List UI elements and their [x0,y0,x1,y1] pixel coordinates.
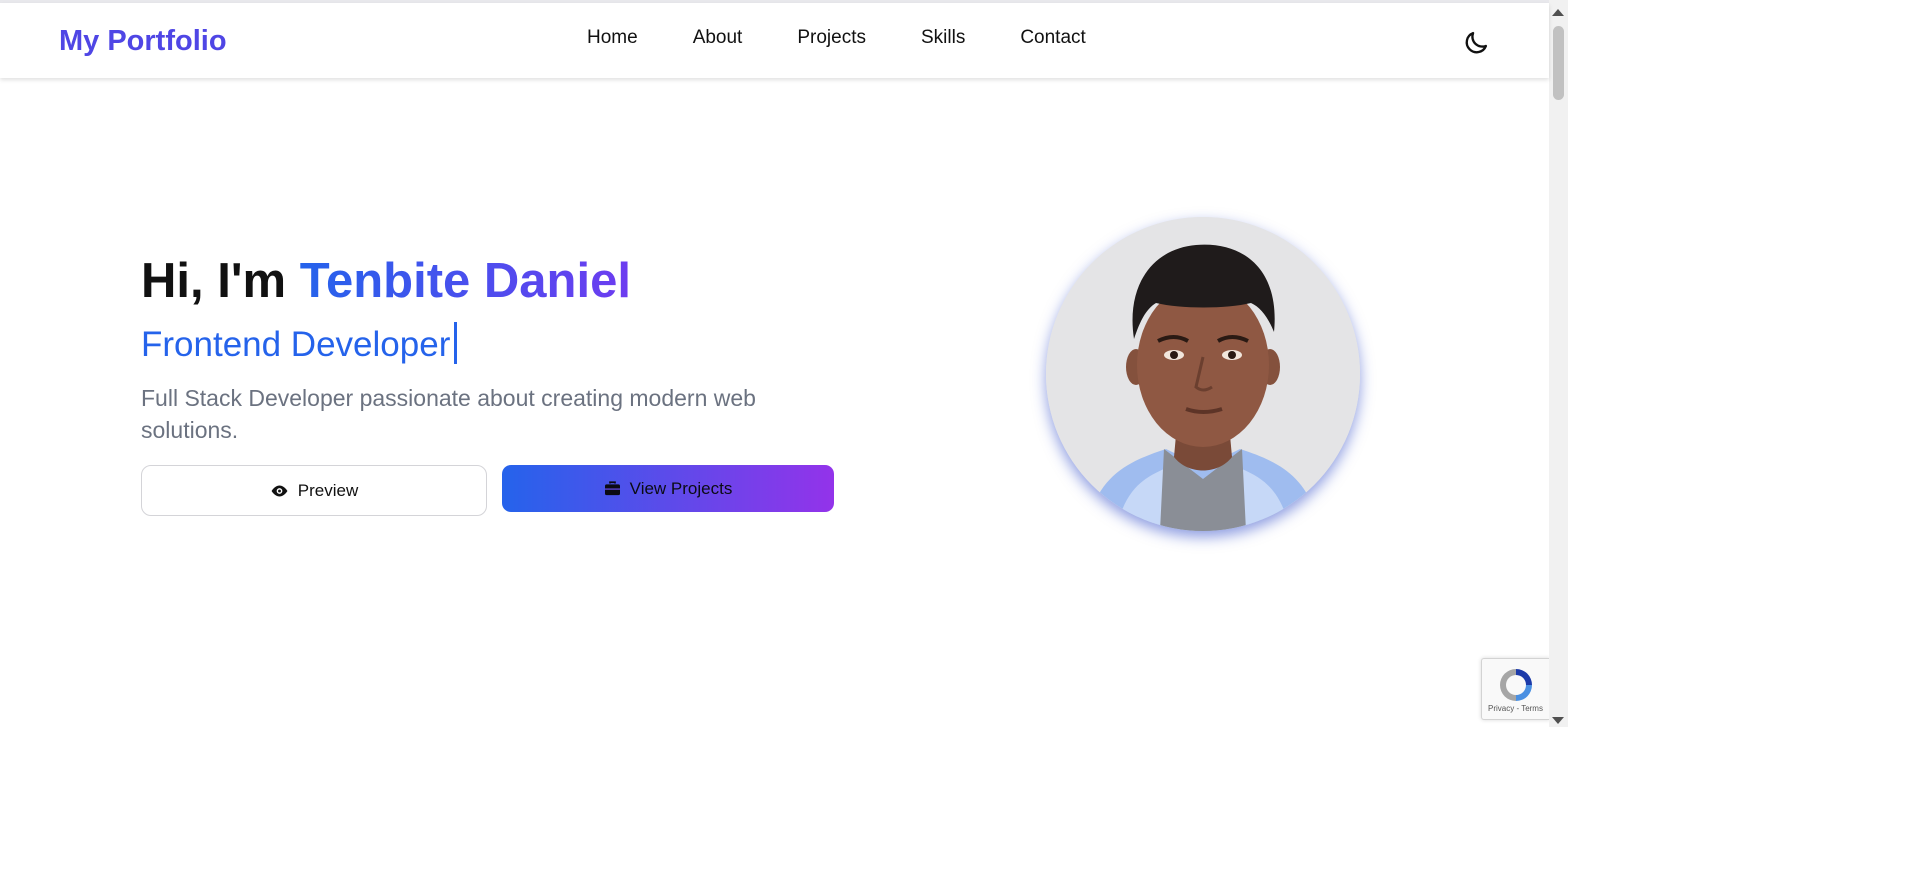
nav-link-skills[interactable]: Skills [921,25,965,51]
nav-links: Home About Projects Skills Contact [587,25,1086,51]
moon-icon [1465,31,1488,54]
nav-link-projects[interactable]: Projects [797,25,866,51]
brand-logo[interactable]: My Portfolio [59,23,227,59]
nav-link-contact[interactable]: Contact [1020,25,1085,51]
hero-title: Hi, I'm Tenbite Daniel [141,252,631,310]
navbar: My Portfolio Home About Projects Skills … [0,3,1549,78]
eye-icon [271,484,288,497]
scroll-up-arrow-icon[interactable] [1552,9,1564,16]
nav-link-home[interactable]: Home [587,25,638,51]
theme-toggle-button[interactable] [1462,29,1490,57]
typing-caret [454,322,458,364]
recaptcha-links[interactable]: Privacy - Terms [1488,704,1543,713]
briefcase-icon [604,481,620,496]
page: My Portfolio Home About Projects Skills … [0,0,1568,727]
hero-role: Frontend Developer [141,322,458,367]
preview-button[interactable]: Preview [141,465,487,516]
hero-greeting: Hi, I'm [141,254,300,308]
view-projects-button[interactable]: View Projects [502,465,834,512]
scrollbar-track[interactable] [1549,0,1568,727]
recaptcha-icon [1500,669,1532,701]
scroll-down-arrow-icon[interactable] [1552,717,1564,724]
recaptcha-badge[interactable]: Privacy - Terms [1481,658,1550,720]
nav-link-about[interactable]: About [693,25,743,51]
hero-name: Tenbite Daniel [299,254,631,308]
profile-photo [1046,217,1360,531]
hero-role-text: Frontend Developer [141,325,451,364]
preview-button-label: Preview [297,480,359,500]
scrollbar-thumb[interactable] [1553,26,1564,100]
view-projects-button-label: View Projects [629,478,733,498]
hero-description: Full Stack Developer passionate about cr… [141,385,756,443]
profile-photo-illustration [1046,217,1360,531]
